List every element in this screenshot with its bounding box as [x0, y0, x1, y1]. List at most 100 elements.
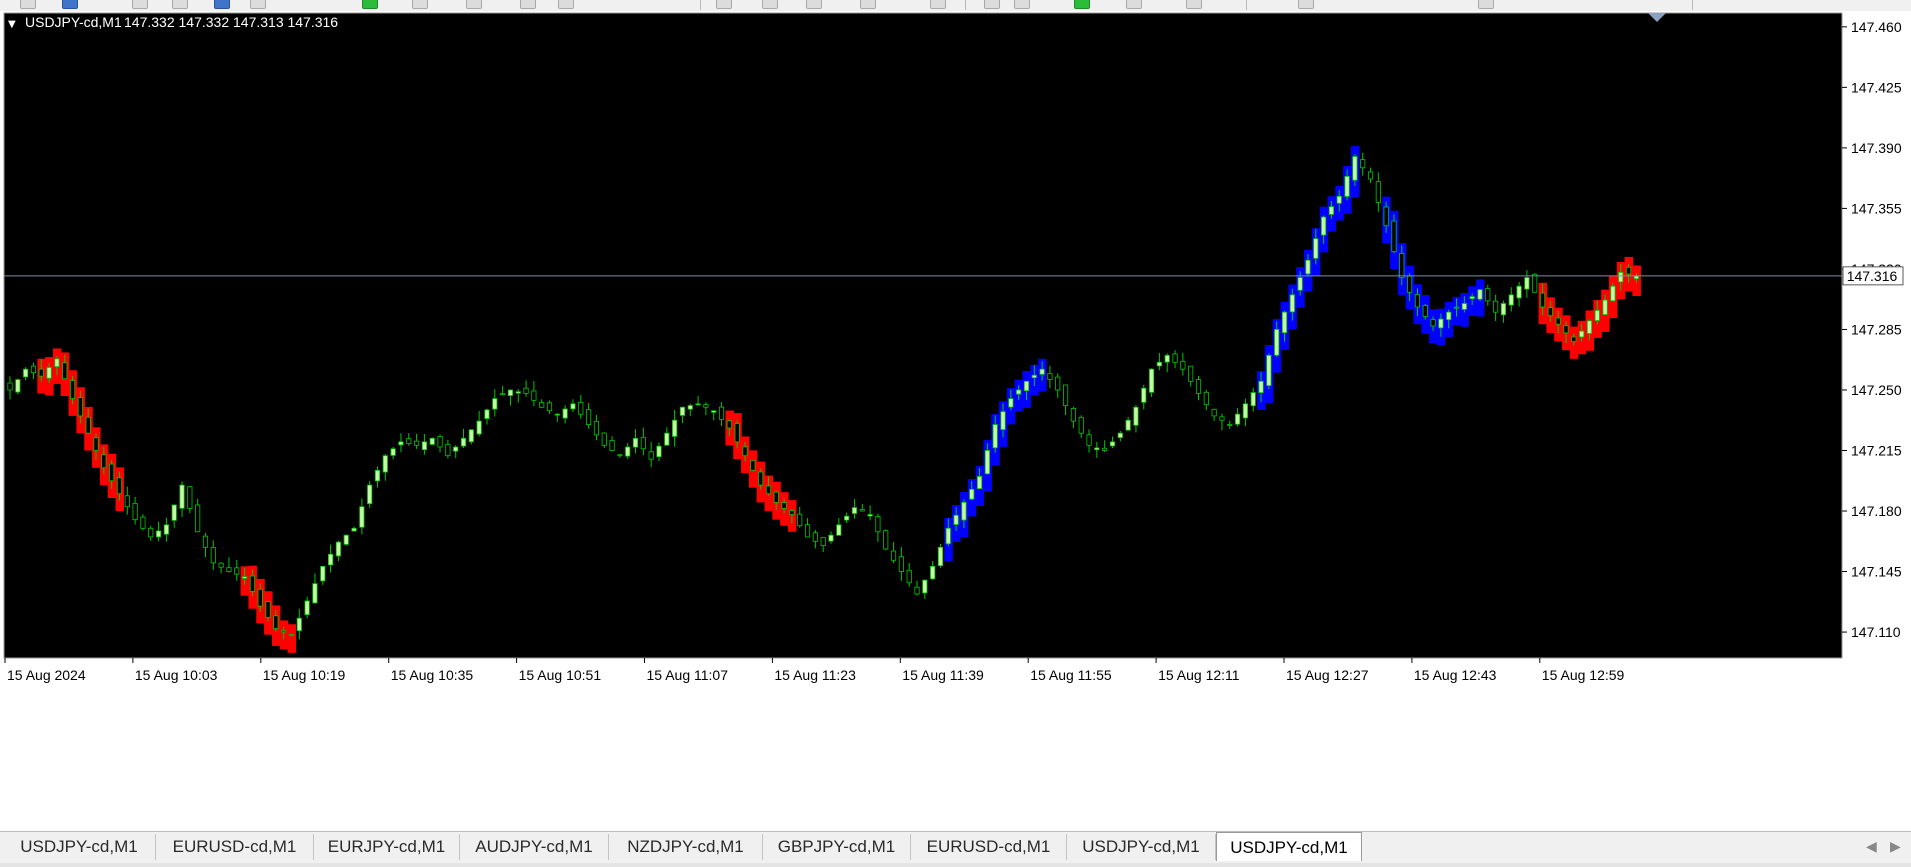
toolbar-button[interactable] — [930, 0, 946, 9]
candle-body — [1102, 447, 1108, 451]
y-tick-label: 147.215 — [1851, 442, 1902, 458]
chart-tab[interactable]: EURUSD-cd,M1 — [156, 834, 314, 860]
candle-body — [468, 429, 474, 443]
candle-body — [820, 536, 826, 547]
toolbar-button[interactable] — [558, 0, 574, 9]
candle-body — [1258, 380, 1264, 394]
candle-body — [54, 358, 60, 368]
y-tick-label: 147.390 — [1851, 140, 1902, 156]
candle-body — [148, 527, 154, 538]
toolbar-button[interactable] — [984, 0, 1000, 9]
candle-body — [460, 437, 467, 447]
y-tick-label: 147.460 — [1851, 19, 1902, 35]
candle-body — [1180, 360, 1186, 370]
toolbar-button[interactable] — [1478, 0, 1494, 9]
tabs-scroll-right-icon[interactable]: ▶ — [1890, 838, 1901, 855]
candle-body — [648, 451, 654, 460]
candle-body — [765, 485, 772, 495]
toolbar-button[interactable] — [762, 0, 778, 9]
chart-tab[interactable]: AUDJPY-cd,M1 — [460, 834, 609, 860]
tabs-bar-edge — [0, 863, 1911, 867]
candle-body — [586, 409, 592, 425]
chart-tab-active[interactable]: USDJPY-cd,M1 — [1216, 832, 1362, 861]
toolbar-button[interactable] — [466, 0, 482, 9]
toolbar-button[interactable] — [250, 0, 266, 9]
candle-body — [69, 380, 76, 400]
toolbar-button[interactable] — [1014, 0, 1030, 9]
candle-body — [304, 600, 310, 616]
toolbar-button[interactable] — [20, 0, 36, 9]
candle-body — [593, 420, 599, 436]
candle-body — [1469, 296, 1475, 300]
chart-tab[interactable]: NZDJPY-cd,M1 — [609, 834, 763, 860]
toolbar-button[interactable] — [1126, 0, 1142, 9]
toolbar-button[interactable] — [1074, 0, 1090, 9]
candle-body — [851, 507, 858, 514]
toolbar-button[interactable] — [1186, 0, 1202, 9]
candle-body — [1031, 374, 1037, 379]
tabs-scroll-left-icon[interactable]: ◀ — [1866, 838, 1877, 855]
x-tick-label: 15 Aug 12:59 — [1542, 667, 1625, 683]
toolbar-button[interactable] — [1298, 0, 1314, 9]
candle-body — [578, 401, 584, 415]
candle-body — [773, 491, 779, 503]
chart-tab[interactable]: EURJPY-cd,M1 — [314, 834, 460, 860]
candle-body — [875, 516, 881, 533]
price-chart[interactable]: 147.460147.425147.390147.355147.320147.2… — [0, 11, 1911, 831]
candle-body — [1594, 310, 1600, 321]
candle-body — [77, 397, 83, 417]
candle-body — [828, 534, 834, 542]
toolbar-button[interactable] — [62, 0, 78, 9]
candle-body — [1188, 365, 1194, 382]
toolbar-button[interactable] — [716, 0, 732, 9]
y-tick-label: 147.110 — [1851, 624, 1901, 640]
candle-body — [140, 516, 146, 529]
toolbar-separator — [1246, 0, 1247, 10]
toolbar-button[interactable] — [172, 0, 188, 9]
chart-tab[interactable]: USDJPY-cd,M1 — [3, 834, 156, 860]
chart-collapse-icon[interactable]: ▼ — [8, 19, 16, 30]
toolbar-button[interactable] — [214, 0, 230, 9]
candle-body — [758, 471, 764, 486]
candle-body — [836, 524, 842, 536]
candle-body — [1141, 387, 1147, 403]
toolbar-button[interactable] — [520, 0, 536, 9]
candle-body — [1156, 361, 1162, 367]
candle-body — [1039, 368, 1045, 375]
candle-body — [1500, 303, 1507, 316]
candle-body — [922, 579, 928, 594]
toolbar-button[interactable] — [806, 0, 822, 9]
y-tick-label: 147.425 — [1851, 79, 1902, 95]
toolbar-button[interactable] — [362, 0, 378, 9]
toolbar-button[interactable] — [132, 0, 148, 9]
candle-body — [335, 541, 341, 557]
candle-body — [1391, 220, 1397, 253]
chart-symbol-title: USDJPY-cd,M1 — [25, 14, 122, 30]
candle-body — [664, 432, 670, 446]
candle-body — [1078, 416, 1084, 434]
chart-tab[interactable]: USDJPY-cd,M1 — [1067, 834, 1216, 860]
candle-body — [1274, 329, 1280, 356]
candle-body — [992, 424, 998, 449]
candle-body — [257, 588, 263, 607]
candle-body — [93, 437, 99, 451]
candle-body — [507, 389, 513, 396]
candle-body — [7, 382, 13, 391]
candle-body — [687, 405, 693, 410]
chart-window[interactable]: 147.460147.425147.390147.355147.320147.2… — [0, 11, 1911, 831]
candle-body — [1485, 288, 1491, 302]
candle-body — [1477, 289, 1483, 300]
candle-body — [1063, 384, 1069, 406]
candle-body — [1422, 305, 1428, 317]
candle-body — [1532, 273, 1538, 293]
candle-body — [1524, 277, 1530, 290]
candle-body — [601, 432, 607, 446]
chart-tab[interactable]: GBPJPY-cd,M1 — [763, 834, 911, 860]
candle-body — [132, 503, 138, 521]
x-tick-label: 15 Aug 10:35 — [391, 667, 474, 683]
x-tick-label: 15 Aug 10:03 — [135, 667, 218, 683]
candle-body — [171, 504, 177, 521]
chart-tab[interactable]: EURUSD-cd,M1 — [911, 834, 1067, 860]
toolbar-button[interactable] — [860, 0, 876, 9]
toolbar-button[interactable] — [412, 0, 428, 9]
